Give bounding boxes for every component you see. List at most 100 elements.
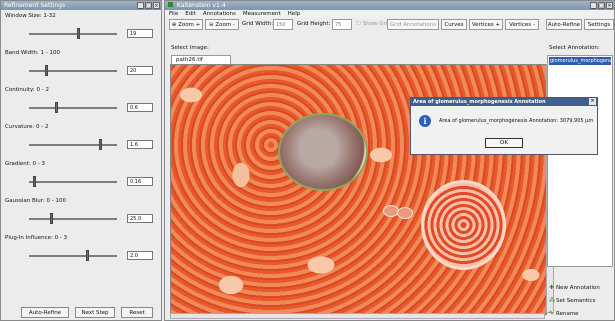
parameter-row: Band Width: 1 - 100 20 [1, 47, 161, 84]
zoom-out-icon: ⊖ [209, 22, 214, 28]
show-grid-checkbox[interactable]: ☐ Show Grid [356, 21, 391, 27]
main-title-bar: Kaltenstein v1.4 _ □ × [165, 1, 614, 10]
parameter-row: Plug-In Influence: 0 - 3 2.0 [1, 232, 161, 269]
parameter-value-input[interactable]: 1.6 [127, 140, 153, 149]
slider-track[interactable] [29, 33, 117, 35]
next-step-button[interactable]: Next Step [75, 307, 115, 318]
new-annotation-label: New Annotation [556, 285, 600, 291]
parameter-value-input[interactable]: 2.0 [127, 251, 153, 260]
dialog-message: Area of glomerulus_morphogenesis Annotat… [439, 118, 594, 124]
slider-track[interactable] [29, 255, 117, 257]
zoom-out-label: Zoom - [215, 22, 235, 28]
area-dialog: Area of glomerulus_morphogenesis Annotat… [410, 97, 598, 155]
annotation-list[interactable]: glomerulus_morphogenesis [547, 55, 613, 267]
main-window: Kaltenstein v1.4 _ □ × File Edit Annotat… [164, 0, 615, 321]
slider-thumb[interactable] [54, 102, 58, 113]
parameter-label: Gradient: 0 - 3 [5, 161, 46, 167]
rename-icon: ✎ [549, 310, 555, 317]
vertices-minus-button[interactable]: Vertices - [505, 19, 539, 30]
grid-annotation-button[interactable]: Grid Annotations [387, 19, 439, 30]
parameter-label: Curvature: 0 - 2 [5, 124, 49, 130]
parameter-value-input[interactable]: 0.16 [127, 177, 153, 186]
grid-height-label: Grid Height: [297, 21, 331, 27]
rename-label: Rename [556, 311, 579, 317]
menu-annotations[interactable]: Annotations [203, 10, 236, 18]
select-image-label: Select Image: [171, 45, 209, 51]
parameter-row: Curvature: 0 - 2 1.6 [1, 121, 161, 158]
set-semantics-label: Set Semantics [556, 298, 596, 304]
parameter-value-input[interactable]: 20 [127, 66, 153, 75]
refinement-window-title: Refinement Settings [4, 2, 66, 9]
parameter-label: Plug-In Influence: 0 - 3 [5, 235, 68, 241]
zoom-in-label: Zoom + [178, 22, 201, 28]
set-semantics-button[interactable]: ⁂Set Semantics [549, 295, 611, 306]
slider-thumb[interactable] [33, 176, 37, 187]
grid-height-input[interactable]: 75 [332, 19, 352, 30]
zoom-in-button[interactable]: ⊕ Zoom + [169, 19, 203, 30]
zoom-in-icon: ⊕ [171, 22, 177, 28]
toolbar: ⊕ Zoom + ⊖ Zoom - Grid Width: 150 Grid H… [165, 19, 614, 31]
dialog-close-button[interactable]: × [589, 98, 596, 105]
parameter-row: Gradient: 0 - 3 0.16 [1, 158, 161, 195]
close-button[interactable]: × [153, 2, 160, 9]
dialog-title-bar: Area of glomerulus_morphogenesis Annotat… [411, 98, 597, 106]
slider-track[interactable] [29, 218, 117, 220]
annotated-glomerulus[interactable] [278, 113, 368, 191]
auto-refine-button[interactable]: Auto-Refine [21, 307, 69, 318]
glomerulus-region [421, 180, 506, 270]
slider-thumb[interactable] [85, 250, 89, 261]
parameter-row: Window Size: 1-32 19 [1, 10, 161, 47]
slider-thumb[interactable] [50, 213, 54, 224]
vertex-marker[interactable] [397, 207, 413, 219]
annotation-list-item[interactable]: glomerulus_morphogenesis [549, 57, 611, 65]
parameter-label: Continuity: 0 - 2 [5, 87, 49, 93]
parameter-label: Band Width: 1 - 100 [5, 50, 60, 56]
info-icon: i [419, 115, 431, 127]
app-logo-icon [168, 2, 173, 7]
reset-button[interactable]: Reset [121, 307, 153, 318]
curves-button[interactable]: Curves [441, 19, 467, 30]
menu-help[interactable]: Help [288, 10, 301, 18]
horizontal-scrollbar[interactable] [170, 313, 545, 319]
semantics-icon: ⁂ [549, 297, 555, 304]
parameter-list: Window Size: 1-32 19 Band Width: 1 - 100 20… [1, 10, 161, 269]
menu-file[interactable]: File [169, 10, 178, 18]
refinement-title-bar: Refinement Settings _ □ × [1, 1, 161, 10]
minimize-button[interactable]: _ [137, 2, 144, 9]
menu-bar: File Edit Annotations Measurement Help [165, 10, 614, 18]
image-tab[interactable]: path26.tif [171, 55, 231, 64]
plus-icon: ✚ [549, 284, 555, 291]
main-close-button[interactable]: × [606, 2, 613, 9]
main-window-title: Kaltenstein v1.4 [176, 2, 226, 9]
settings-button[interactable]: Settings [584, 19, 614, 30]
new-annotation-button[interactable]: ✚ New Annotation [549, 282, 611, 293]
slider-track[interactable] [29, 70, 117, 72]
main-minimize-button[interactable]: _ [590, 2, 597, 9]
parameter-row: Gaussian Blur: 0 - 100 25.0 [1, 195, 161, 232]
parameter-value-input[interactable]: 25.0 [127, 214, 153, 223]
rename-button[interactable]: ✎ Rename [549, 308, 611, 319]
parameter-label: Gaussian Blur: 0 - 100 [5, 198, 67, 204]
select-annotation-label: Select Annotation: [549, 45, 600, 51]
slider-thumb[interactable] [45, 65, 49, 76]
maximize-button[interactable]: □ [145, 2, 152, 9]
slider-track[interactable] [29, 181, 117, 183]
vertices-plus-button[interactable]: Vertices + [469, 19, 503, 30]
parameter-value-input[interactable]: 0.6 [127, 103, 153, 112]
slider-track[interactable] [29, 107, 117, 109]
zoom-out-button[interactable]: ⊖ Zoom - [205, 19, 239, 30]
menu-measurement[interactable]: Measurement [243, 10, 281, 18]
grid-width-input[interactable]: 150 [273, 19, 293, 30]
slider-track[interactable] [29, 144, 117, 146]
parameter-label: Window Size: 1-32 [5, 13, 56, 19]
main-maximize-button[interactable]: □ [598, 2, 605, 9]
slider-thumb[interactable] [98, 139, 102, 150]
refinement-settings-window: Refinement Settings _ □ × Window Size: 1… [0, 0, 162, 321]
ok-button[interactable]: OK [485, 138, 523, 148]
dialog-title: Area of glomerulus_morphogenesis Annotat… [413, 99, 546, 105]
parameter-value-input[interactable]: 19 [127, 29, 153, 38]
slider-thumb[interactable] [76, 28, 80, 39]
grid-width-label: Grid Width: [242, 21, 274, 27]
menu-edit[interactable]: Edit [185, 10, 196, 18]
auto-refine-toolbar-button[interactable]: Auto-Refine [546, 19, 582, 30]
